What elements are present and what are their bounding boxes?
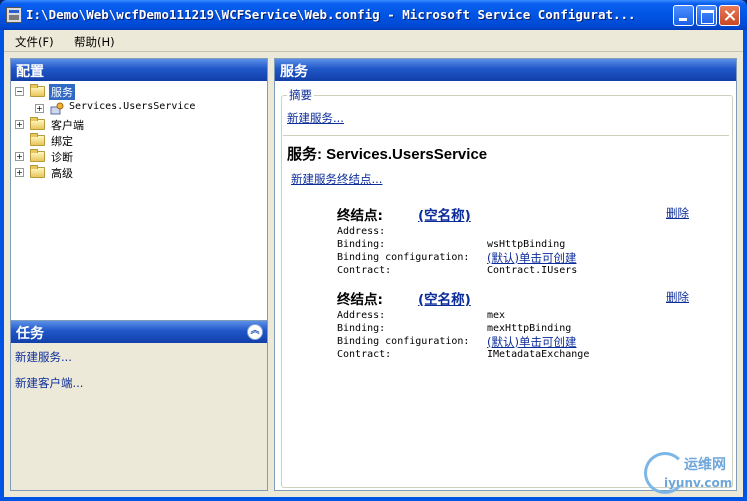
endpoint-label: 终结点: xyxy=(337,208,383,224)
tree-item-label: 绑定 xyxy=(51,135,73,148)
menu-help[interactable]: 帮助(H) xyxy=(74,34,115,50)
new-endpoint-link[interactable]: 新建服务终结点... xyxy=(291,171,382,187)
tree-expander[interactable]: + xyxy=(15,168,24,177)
maximize-button[interactable] xyxy=(696,5,717,26)
new-service-task-link[interactable]: 新建服务... xyxy=(15,349,72,365)
minimize-button[interactable] xyxy=(673,5,694,26)
tree-item-label: 高级 xyxy=(51,167,73,180)
field-key: Binding: xyxy=(337,323,386,334)
tree-expander[interactable]: + xyxy=(15,152,24,161)
client-area: 文件(F) 帮助(H) 配置 − 服务 + Services.UsersServ… xyxy=(4,30,743,497)
service-gear-icon xyxy=(50,102,64,115)
config-panel: 配置 − 服务 + Services.UsersService + 客户端 绑定… xyxy=(10,58,268,344)
title-bar[interactable]: I:\Demo\Web\wcfDemo111219\WCFService\Web… xyxy=(0,0,747,30)
field-value: IMetadataExchange xyxy=(487,349,590,360)
folder-icon xyxy=(30,149,45,162)
service-detail-panel: 服务 摘要 新建服务... 服务: Services.UsersService … xyxy=(274,58,737,491)
tasks-panel-title: 任务 xyxy=(16,326,44,342)
open-folder-icon xyxy=(30,84,45,97)
tree-expander[interactable]: − xyxy=(15,87,24,96)
delete-endpoint-link[interactable]: 删除 xyxy=(666,205,689,221)
summary-legend: 摘要 xyxy=(287,87,314,103)
tree-item-diagnostics[interactable]: + 诊断 xyxy=(11,149,267,164)
tree-expander[interactable]: + xyxy=(15,120,24,129)
field-key: Binding configuration: xyxy=(337,252,470,263)
field-key: Address: xyxy=(337,226,386,237)
window-title: I:\Demo\Web\wcfDemo111219\WCFService\Web… xyxy=(26,7,636,22)
tree-item-advanced[interactable]: + 高级 xyxy=(11,165,267,180)
delete-endpoint-link[interactable]: 删除 xyxy=(666,289,689,305)
app-icon[interactable] xyxy=(6,7,22,23)
tree-expander[interactable]: + xyxy=(35,104,44,113)
close-button[interactable] xyxy=(719,5,740,26)
app-window: I:\Demo\Web\wcfDemo111219\WCFService\Web… xyxy=(0,0,747,501)
field-key: Contract: xyxy=(337,349,392,360)
tree-item-clients[interactable]: + 客户端 xyxy=(11,117,267,132)
tree-item-label: 诊断 xyxy=(51,151,73,164)
tasks-panel-header: 任务 ︽ xyxy=(11,321,267,343)
tasks-panel: 任务 ︽ 新建服务... 新建客户端... xyxy=(10,320,268,491)
field-value: mex xyxy=(487,310,506,321)
new-service-link[interactable]: 新建服务... xyxy=(287,110,344,126)
tree-item-label: Services.UsersService xyxy=(69,101,196,112)
menu-file[interactable]: 文件(F) xyxy=(15,34,54,50)
folder-icon xyxy=(30,133,45,146)
tree-item-bindings[interactable]: 绑定 xyxy=(11,133,267,148)
watermark-text: 运维网 xyxy=(684,457,726,473)
field-value: wsHttpBinding xyxy=(487,239,566,250)
endpoint-name-link[interactable]: (空名称) xyxy=(418,288,471,308)
endpoint-name-link[interactable]: (空名称) xyxy=(418,204,471,224)
binding-config-link[interactable]: (默认)单击可创建 xyxy=(487,334,576,350)
field-key: Binding: xyxy=(337,239,386,250)
chevron-double-up-icon[interactable]: ︽ xyxy=(247,324,263,340)
watermark-url: iyunv.com xyxy=(664,476,733,490)
endpoint-label: 终结点: xyxy=(337,292,383,308)
config-panel-title: 配置 xyxy=(11,59,267,81)
tree-item-services[interactable]: − 服务 xyxy=(11,84,267,100)
field-key: Contract: xyxy=(337,265,392,276)
tree-item-users-service[interactable]: + Services.UsersService xyxy=(11,101,267,116)
field-value: mexHttpBinding xyxy=(487,323,572,334)
tree-item-label: 服务 xyxy=(49,84,75,100)
field-value: Contract.IUsers xyxy=(487,265,578,276)
field-key: Address: xyxy=(337,310,386,321)
folder-icon xyxy=(30,117,45,130)
binding-config-link[interactable]: (默认)单击可创建 xyxy=(487,250,576,266)
folder-icon xyxy=(30,165,45,178)
site-watermark: 运维网 iyunv.com xyxy=(644,452,740,496)
menu-bar: 文件(F) 帮助(H) xyxy=(4,30,743,52)
tree-item-label: 客户端 xyxy=(51,119,84,132)
service-panel-title: 服务 xyxy=(275,59,736,81)
new-client-task-link[interactable]: 新建客户端... xyxy=(15,375,83,391)
field-key: Binding configuration: xyxy=(337,336,470,347)
service-title: 服务: Services.UsersService xyxy=(287,146,488,163)
